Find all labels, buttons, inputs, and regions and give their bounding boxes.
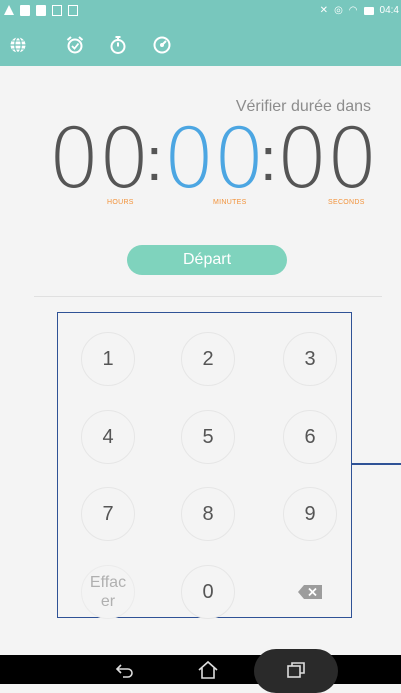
hours-minutes-separator: :: [146, 126, 163, 193]
clear-label-line1: Effac: [89, 574, 127, 591]
file-icon: [36, 5, 46, 16]
key-1[interactable]: 1: [81, 332, 135, 386]
key-7[interactable]: 7: [81, 487, 135, 541]
key-3[interactable]: 3: [283, 332, 337, 386]
divider: [34, 296, 382, 297]
key-6[interactable]: 6: [283, 410, 337, 464]
seconds-label: SECONDS: [328, 199, 365, 206]
tab-world-clock[interactable]: [5, 32, 31, 58]
key-4[interactable]: 4: [81, 410, 135, 464]
home-button[interactable]: [193, 657, 223, 682]
alarm-status-icon: ◎: [334, 5, 343, 16]
timer-display[interactable]: 00 : 00 : 00: [0, 110, 401, 210]
key-2[interactable]: 2: [181, 332, 235, 386]
minutes-label: MINUTES: [213, 199, 247, 206]
wifi-icon: ◠: [348, 5, 358, 16]
tab-timer[interactable]: [149, 32, 175, 58]
globe-icon: [10, 36, 26, 54]
key-9[interactable]: 9: [283, 487, 337, 541]
back-icon: [115, 663, 133, 678]
minutes-seconds-separator: :: [260, 126, 277, 193]
navigation-bar: [0, 649, 401, 693]
hours-digits[interactable]: 00: [48, 110, 150, 210]
key-5[interactable]: 5: [181, 410, 235, 464]
start-button[interactable]: Départ: [127, 245, 287, 275]
picture-icon: [52, 5, 62, 16]
clear-button[interactable]: Effac er: [81, 565, 135, 619]
sim-icon: [20, 5, 30, 16]
warning-icon: [4, 5, 14, 15]
callout-line: [352, 463, 401, 465]
status-bar: ✕ ◎ ◠ 04:4: [0, 0, 401, 24]
stopwatch-icon: [110, 36, 126, 54]
backspace-button[interactable]: [283, 565, 337, 619]
home-icon: [198, 660, 218, 679]
hours-label: HOURS: [107, 199, 134, 206]
back-button[interactable]: [110, 657, 140, 682]
recent-apps-icon: [287, 661, 305, 678]
seconds-digits[interactable]: 00: [276, 110, 378, 210]
key-0[interactable]: 0: [181, 565, 235, 619]
gallery-icon: [68, 5, 78, 16]
tab-alarm[interactable]: [62, 32, 88, 58]
recent-apps-button[interactable]: [281, 657, 311, 682]
tab-stopwatch[interactable]: [105, 32, 131, 58]
minutes-digits[interactable]: 00: [163, 110, 265, 210]
alarm-clock-icon: [66, 36, 84, 54]
system-icons: ✕ ◎ ◠ 04:4: [320, 5, 399, 16]
notification-icons: [4, 5, 78, 16]
clock-tab-bar: [0, 24, 401, 66]
key-8[interactable]: 8: [181, 487, 235, 541]
mute-icon: ✕: [319, 5, 329, 16]
backspace-icon: [298, 585, 322, 599]
timer-icon: [153, 36, 171, 54]
battery-icon: [363, 6, 374, 15]
status-time: 04:4: [379, 5, 399, 16]
clear-label-line2: er: [100, 593, 116, 610]
